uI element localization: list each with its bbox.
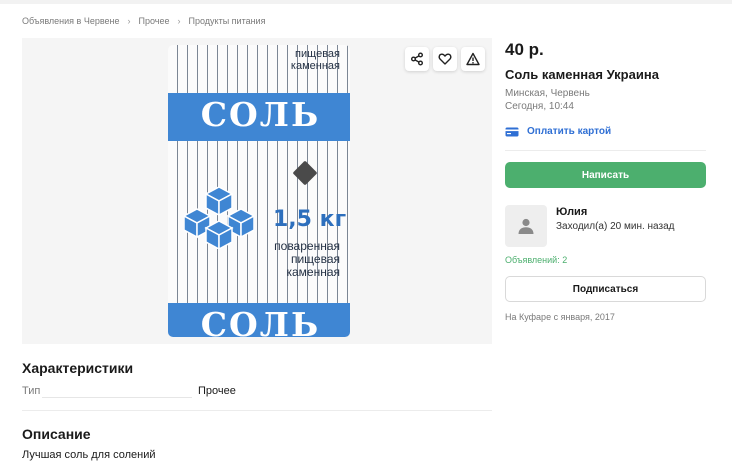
favorite-button[interactable] <box>433 47 457 71</box>
credit-card-icon <box>505 127 519 136</box>
photo-text-line: пищевая <box>295 48 340 60</box>
description-heading: Описание <box>22 426 91 442</box>
warning-icon <box>466 52 480 66</box>
divider <box>22 410 492 411</box>
breadcrumb: Объявления в Червене › Прочее › Продукты… <box>22 16 265 26</box>
photo-band-word: СОЛЬ <box>200 305 321 337</box>
avatar <box>505 205 547 247</box>
product-photo[interactable]: пищевая каменная СОЛЬ 1,5 кг поваренная … <box>168 45 350 337</box>
photo-text-line: каменная <box>286 265 340 279</box>
share-icon <box>411 52 423 66</box>
photo-weight: 1,5 кг <box>273 207 347 232</box>
divider <box>505 150 706 151</box>
user-icon <box>518 218 534 234</box>
description-text: Лучшая соль для солений <box>22 449 156 461</box>
breadcrumb-item-ads[interactable]: Объявления в Червене <box>22 16 120 26</box>
photo-band-word: СОЛЬ <box>200 95 321 134</box>
listing-title: Соль каменная Украина <box>505 67 659 82</box>
seller-ads-count[interactable]: Объявлений: 2 <box>505 255 567 265</box>
pay-label: Оплатить картой <box>527 126 612 137</box>
seller-since: На Куфаре с января, 2017 <box>505 312 615 322</box>
characteristic-leader-line <box>42 397 192 398</box>
breadcrumb-item-food[interactable]: Продукты питания <box>189 16 266 26</box>
characteristic-key: Тип <box>22 385 41 397</box>
photo-text-line: каменная <box>290 60 340 72</box>
price: 40 р. <box>505 40 544 59</box>
seller-name[interactable]: Юлия <box>556 206 587 218</box>
top-border <box>0 0 732 4</box>
cube-logo-icon <box>184 186 254 249</box>
heart-icon <box>438 53 452 65</box>
pay-by-card-link[interactable]: Оплатить картой <box>505 126 611 137</box>
breadcrumb-separator: › <box>127 16 131 26</box>
breadcrumb-separator: › <box>177 16 181 26</box>
characteristic-value: Прочее <box>198 385 236 397</box>
location: Минская, Червень <box>505 88 590 99</box>
report-button[interactable] <box>461 47 485 71</box>
box-logo-icon <box>292 160 318 186</box>
breadcrumb-item-other[interactable]: Прочее <box>139 16 170 26</box>
write-message-button[interactable]: Написать <box>505 162 706 188</box>
photo-actions <box>405 47 485 71</box>
characteristics-heading: Характеристики <box>22 360 134 376</box>
seller-last-seen: Заходил(а) 20 мин. назад <box>556 221 675 232</box>
posted-date: Сегодня, 10:44 <box>505 101 574 112</box>
subscribe-button[interactable]: Подписаться <box>505 276 706 302</box>
share-button[interactable] <box>405 47 429 71</box>
